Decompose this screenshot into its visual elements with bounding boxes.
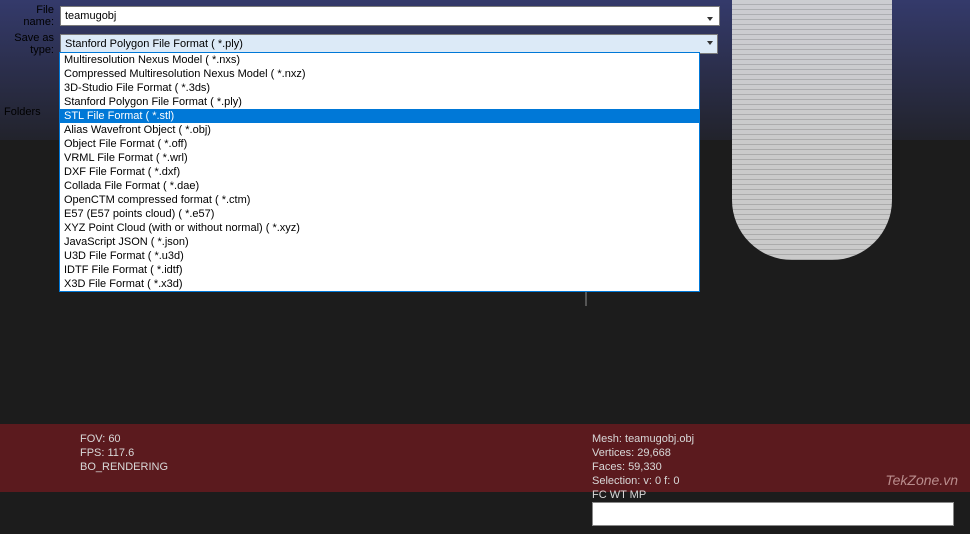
format-option[interactable]: Object File Format ( *.off) <box>60 137 699 151</box>
format-option[interactable]: OpenCTM compressed format ( *.ctm) <box>60 193 699 207</box>
status-fc: FC WT MP <box>592 488 694 502</box>
status-fov: FOV: 60 <box>80 432 168 446</box>
save-file-dialog: File name: Save as type: Stanford Polygo… <box>0 2 722 58</box>
hide-folders-link[interactable]: Folders <box>4 106 41 118</box>
status-right: Mesh: teamugobj.obj Vertices: 29,668 Fac… <box>592 432 694 502</box>
status-left: FOV: 60 FPS: 117.6 BO_RENDERING <box>80 432 168 474</box>
format-option[interactable]: Stanford Polygon File Format ( *.ply) <box>60 95 699 109</box>
format-option[interactable]: IDTF File Format ( *.idtf) <box>60 263 699 277</box>
format-option[interactable]: Compressed Multiresolution Nexus Model (… <box>60 67 699 81</box>
format-option[interactable]: E57 (E57 points cloud) ( *.e57) <box>60 207 699 221</box>
file-name-row: File name: <box>0 2 722 30</box>
format-option[interactable]: DXF File Format ( *.dxf) <box>60 165 699 179</box>
log-input-field[interactable] <box>592 502 954 526</box>
save-as-type-label: Save as type: <box>4 32 60 56</box>
save-as-type-selected: Stanford Polygon File Format ( *.ply) <box>65 38 243 50</box>
format-dropdown-list[interactable]: Multiresolution Nexus Model ( *.nxs)Comp… <box>59 52 700 292</box>
chevron-down-icon <box>707 41 713 45</box>
format-option[interactable]: Alias Wavefront Object ( *.obj) <box>60 123 699 137</box>
format-option[interactable]: X3D File Format ( *.x3d) <box>60 277 699 291</box>
status-fps: FPS: 117.6 <box>80 446 168 460</box>
file-name-label: File name: <box>4 4 60 28</box>
format-option[interactable]: Multiresolution Nexus Model ( *.nxs) <box>60 53 699 67</box>
status-mesh: Mesh: teamugobj.obj <box>592 432 694 446</box>
format-option[interactable]: VRML File Format ( *.wrl) <box>60 151 699 165</box>
mesh-preview-cylinder[interactable] <box>732 0 892 260</box>
format-option[interactable]: XYZ Point Cloud (with or without normal)… <box>60 221 699 235</box>
status-render-mode: BO_RENDERING <box>80 460 168 474</box>
chevron-down-icon <box>707 17 713 21</box>
status-faces: Faces: 59,330 <box>592 460 694 474</box>
format-option[interactable]: 3D-Studio File Format ( *.3ds) <box>60 81 699 95</box>
file-name-dropdown-arrow[interactable] <box>704 13 716 25</box>
file-name-input[interactable] <box>60 6 720 26</box>
format-option[interactable]: JavaScript JSON ( *.json) <box>60 235 699 249</box>
status-selection: Selection: v: 0 f: 0 <box>592 474 694 488</box>
save-as-type-combo[interactable]: Stanford Polygon File Format ( *.ply) <box>60 34 718 54</box>
format-option[interactable]: U3D File Format ( *.u3d) <box>60 249 699 263</box>
status-bar: FOV: 60 FPS: 117.6 BO_RENDERING Mesh: te… <box>0 424 970 492</box>
status-vertices: Vertices: 29,668 <box>592 446 694 460</box>
format-option[interactable]: STL File Format ( *.stl) <box>60 109 699 123</box>
watermark-text: TekZone.vn <box>885 472 958 488</box>
format-option[interactable]: Collada File Format ( *.dae) <box>60 179 699 193</box>
save-as-type-arrow[interactable] <box>704 37 716 49</box>
